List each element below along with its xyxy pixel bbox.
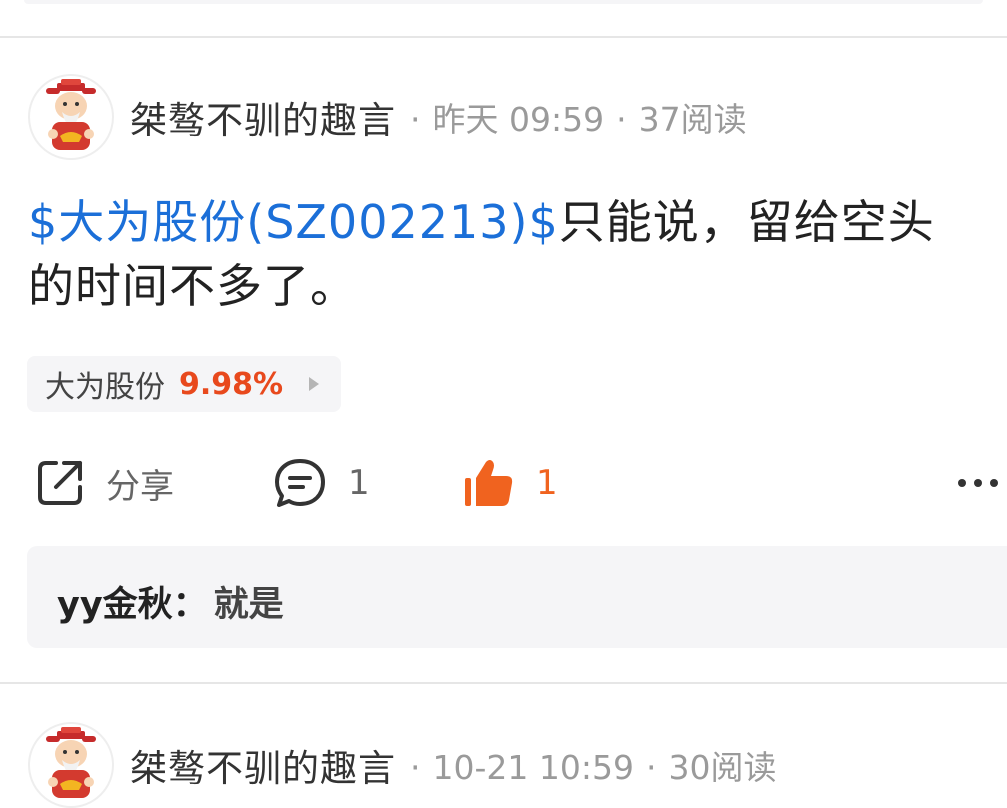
comment-button[interactable]: 1	[272, 448, 370, 518]
post-card[interactable]: 桀骜不驯的趣言 · 昨天 09:59 · 37阅读 $大为股份(SZ002213)$只…	[0, 38, 1007, 684]
avatar[interactable]	[28, 74, 114, 160]
read-count: 37阅读	[638, 100, 747, 139]
comment-separator: ：	[172, 585, 208, 625]
stock-chip-change: 9.98%	[179, 366, 284, 402]
like-count: 1	[536, 463, 558, 503]
meta-separator: ·	[616, 100, 627, 139]
author-name[interactable]: 桀骜不驯的趣言	[130, 90, 396, 144]
previous-post-edge	[0, 0, 1007, 38]
meta-separator: ·	[410, 748, 421, 787]
stock-chip-name: 大为股份	[45, 370, 165, 405]
post-card[interactable]: 桀骜不驯的趣言 · 10-21 10:59 · 30阅读	[0, 684, 1007, 808]
chevron-right-icon	[309, 377, 320, 391]
comment-count: 1	[348, 463, 370, 503]
avatar-god-of-wealth-icon	[46, 727, 96, 798]
post-body[interactable]: $大为股份(SZ002213)$只能说，留给空头的时间不多了。	[28, 190, 978, 318]
read-count: 30阅读	[668, 748, 777, 787]
post-header: 桀骜不驯的趣言 · 昨天 09:59 · 37阅读	[28, 74, 747, 160]
action-bar: 分享 1 1	[0, 448, 1007, 518]
meta-separator: ·	[645, 748, 657, 787]
avatar-god-of-wealth-icon	[46, 79, 96, 150]
stock-link[interactable]: $大为股份(SZ002213)$	[28, 195, 559, 249]
stock-chip[interactable]: 大为股份 9.98%	[27, 356, 342, 412]
avatar[interactable]	[28, 722, 114, 808]
comment-preview[interactable]: yy金秋： 就是	[27, 546, 1007, 648]
share-button[interactable]: 分享	[34, 448, 174, 518]
share-label: 分享	[106, 466, 174, 507]
comment-user[interactable]: yy金秋	[57, 585, 173, 625]
thumbs-up-icon	[465, 460, 513, 506]
post-time: 昨天 09:59	[432, 100, 605, 139]
more-icon	[958, 479, 998, 487]
share-icon	[38, 461, 82, 505]
like-button[interactable]: 1	[462, 448, 558, 518]
post-time: 10-21 10:59	[432, 748, 634, 787]
post-meta: · 昨天 09:59 · 37阅读	[410, 93, 747, 141]
comment-icon	[275, 459, 325, 507]
post-header: 桀骜不驯的趣言 · 10-21 10:59 · 30阅读	[28, 722, 776, 808]
comment-line: yy金秋： 就是	[57, 576, 284, 627]
post-meta: · 10-21 10:59 · 30阅读	[410, 741, 776, 789]
author-name[interactable]: 桀骜不驯的趣言	[130, 738, 396, 792]
more-button[interactable]	[956, 448, 1002, 518]
comment-text: 就是	[213, 585, 284, 625]
meta-separator: ·	[410, 100, 421, 139]
